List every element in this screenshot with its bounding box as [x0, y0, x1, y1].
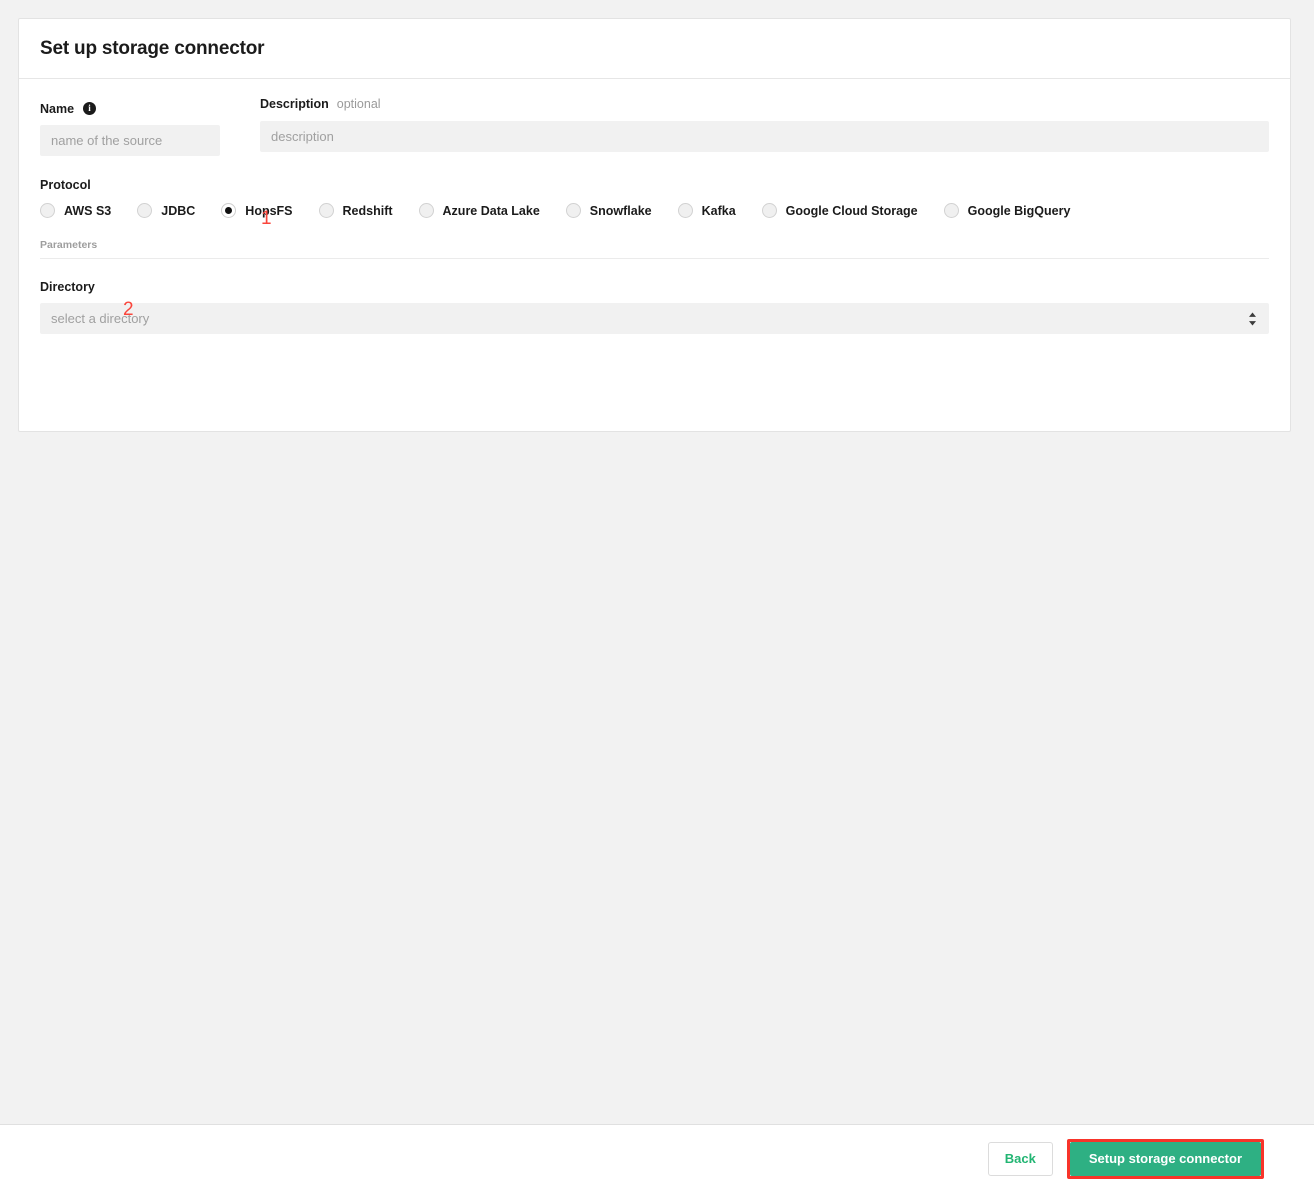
- submit-button-highlight: Setup storage connector: [1066, 1138, 1264, 1179]
- name-input[interactable]: [40, 125, 220, 156]
- radio-label: Kafka: [701, 203, 736, 218]
- setup-storage-connector-card: Set up storage connector Name i Descript…: [18, 18, 1291, 432]
- protocol-radio-group: AWS S3 JDBC HopsFS Redshift Azure Data L…: [40, 203, 1269, 218]
- radio-option-aws-s3[interactable]: AWS S3: [40, 203, 111, 218]
- radio-option-kafka[interactable]: Kafka: [677, 203, 736, 218]
- radio-label: Google BigQuery: [967, 203, 1071, 218]
- radio-label: Snowflake: [589, 203, 652, 218]
- radio-circle-icon: [418, 203, 434, 218]
- radio-circle-icon: [677, 203, 693, 218]
- name-label-row: Name i: [40, 100, 240, 117]
- radio-label: JDBC: [161, 203, 196, 218]
- parameters-section-label: Parameters: [40, 239, 1269, 259]
- card-body: Name i Description optional Protocol: [19, 79, 1290, 334]
- directory-field-group: Directory select a directory: [40, 280, 1269, 334]
- radio-label: Azure Data Lake: [442, 203, 540, 218]
- description-label: Description: [260, 96, 329, 111]
- radio-circle-icon: [137, 203, 153, 218]
- radio-option-google-cloud-storage[interactable]: Google Cloud Storage: [761, 203, 918, 218]
- description-optional-tag: optional: [336, 96, 381, 111]
- description-label-row: Description optional: [260, 95, 1269, 112]
- page-root: Set up storage connector Name i Descript…: [0, 0, 1314, 1192]
- footer-bar: Back Setup storage connector: [0, 1124, 1314, 1192]
- directory-label-row: Directory: [40, 280, 1269, 294]
- radio-option-google-bigquery[interactable]: Google BigQuery: [943, 203, 1071, 218]
- radio-option-azure-data-lake[interactable]: Azure Data Lake: [418, 203, 540, 218]
- radio-label: HopsFS: [245, 203, 293, 218]
- radio-label: Google Cloud Storage: [785, 203, 918, 218]
- radio-circle-icon: [40, 203, 55, 218]
- setup-storage-connector-button[interactable]: Setup storage connector: [1069, 1141, 1261, 1176]
- radio-option-jdbc[interactable]: JDBC: [137, 203, 195, 218]
- radio-circle-icon: [761, 203, 777, 218]
- description-input[interactable]: [260, 121, 1269, 152]
- radio-circle-icon: [565, 203, 581, 218]
- name-label: Name: [40, 101, 75, 116]
- radio-label: Redshift: [342, 203, 393, 218]
- description-field-group: Description optional: [260, 97, 1269, 152]
- radio-option-redshift[interactable]: Redshift: [318, 203, 393, 218]
- protocol-label: Protocol: [40, 178, 91, 192]
- info-icon[interactable]: i: [83, 102, 97, 115]
- radio-option-snowflake[interactable]: Snowflake: [565, 203, 652, 218]
- page-title: Set up storage connector: [40, 37, 265, 59]
- directory-select[interactable]: select a directory: [40, 303, 1269, 334]
- card-header: Set up storage connector: [19, 19, 1290, 79]
- radio-circle-selected-icon: [221, 203, 237, 218]
- radio-option-hopsfs[interactable]: HopsFS: [221, 203, 293, 218]
- back-button[interactable]: Back: [987, 1141, 1053, 1176]
- directory-label: Directory: [40, 280, 95, 294]
- radio-circle-icon: [943, 203, 959, 218]
- directory-select-wrap: select a directory: [40, 303, 1269, 334]
- radio-circle-icon: [318, 203, 334, 218]
- name-description-row: Name i Description optional: [40, 97, 1269, 156]
- radio-label: AWS S3: [64, 203, 112, 218]
- name-field-group: Name i: [40, 100, 240, 156]
- protocol-section: Protocol AWS S3 JDBC HopsFS Redshift Azu…: [40, 178, 1269, 218]
